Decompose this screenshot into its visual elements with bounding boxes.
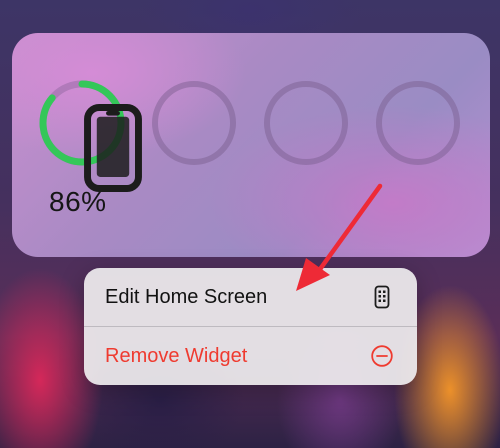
edit-home-screen-button[interactable]: Edit Home Screen (84, 268, 417, 326)
battery-ring-empty (374, 79, 462, 167)
menu-item-label: Remove Widget (105, 344, 248, 367)
remove-widget-button[interactable]: Remove Widget (84, 327, 417, 385)
battery-ring-empty (150, 79, 238, 167)
batteries-widget[interactable]: 86% (12, 33, 490, 257)
menu-item-label: Edit Home Screen (105, 285, 268, 308)
battery-ring-empty (262, 79, 350, 167)
battery-ring-iphone (38, 79, 142, 192)
home-screen-grid-icon (374, 285, 390, 309)
minus-circle-icon (371, 345, 393, 367)
battery-percentage: 86% (49, 186, 107, 217)
context-menu: Edit Home Screen Remove Widget (84, 268, 417, 385)
iphone-icon (69, 104, 142, 192)
